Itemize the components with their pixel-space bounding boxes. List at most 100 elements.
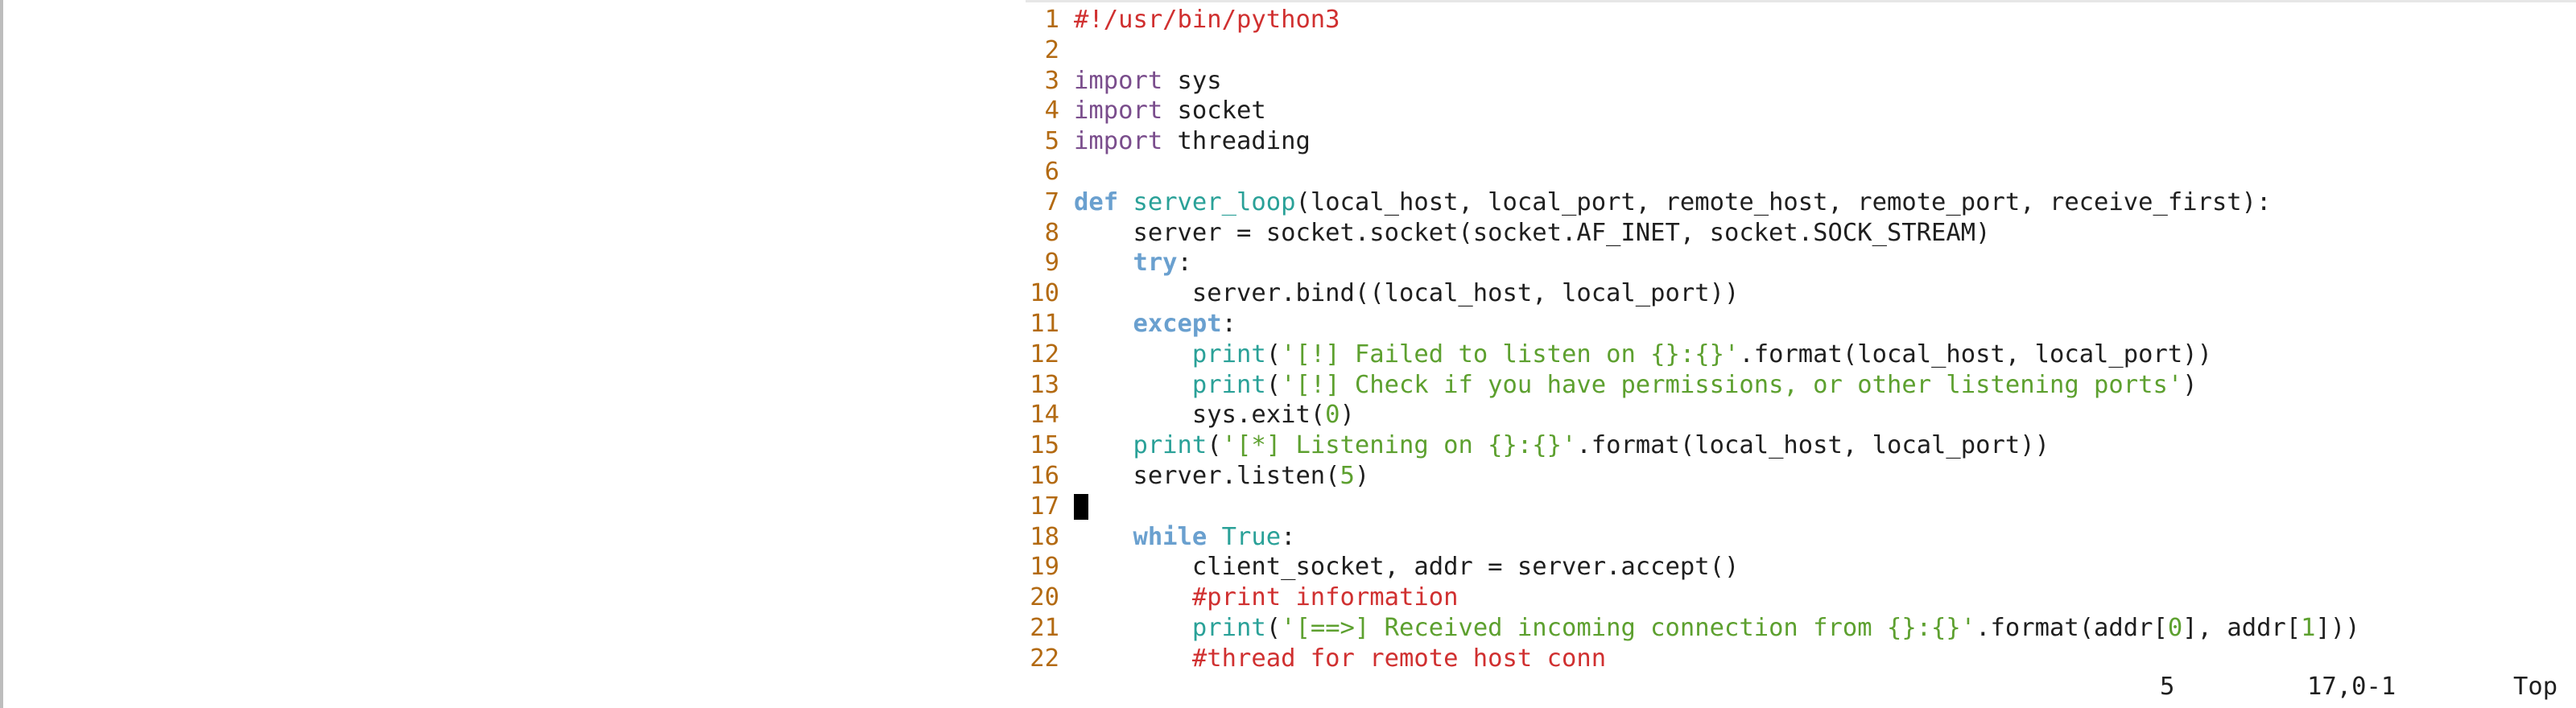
code-token: .format(addr[ bbox=[1975, 614, 2168, 642]
code-token: : bbox=[1177, 249, 1192, 278]
code-token: (local_host, local_port, remote_host, re… bbox=[1295, 187, 2272, 216]
code-token: '[==>] Received incoming connection from… bbox=[1281, 614, 1976, 642]
code-token: print bbox=[1191, 614, 1266, 642]
line-code: while True: bbox=[1074, 522, 1295, 553]
code-token: client_socket, addr = server.accept() bbox=[1074, 553, 1740, 582]
line-number: 6 bbox=[1044, 158, 1059, 186]
code-token: #print information bbox=[1191, 583, 1459, 612]
code-token: .format(local_host, local_port)) bbox=[1739, 340, 2212, 368]
code-token: sys bbox=[1162, 66, 1222, 95]
code-token: server.bind((local_host, local_port)) bbox=[1074, 279, 1740, 308]
code-token: server_loop bbox=[1133, 187, 1296, 216]
code-token: while bbox=[1133, 522, 1208, 551]
code-token: print bbox=[1191, 340, 1266, 368]
code-token: ( bbox=[1207, 431, 1222, 460]
line-number: 1 bbox=[1044, 6, 1059, 34]
code-token: : bbox=[1281, 522, 1296, 551]
code-token: print bbox=[1133, 431, 1208, 460]
line-code: #!/usr/bin/python3 bbox=[1074, 5, 1340, 35]
code-token: '[*] Listening on {}:{}' bbox=[1221, 431, 1577, 460]
line-code: import threading bbox=[1074, 126, 1311, 157]
code-token: sys.exit( bbox=[1074, 401, 1326, 430]
code-token: except bbox=[1133, 310, 1222, 338]
line-number: 14 bbox=[1030, 401, 1059, 430]
code-token: print bbox=[1191, 370, 1266, 399]
left-border bbox=[0, 0, 3, 708]
code-token: import bbox=[1074, 66, 1163, 95]
status-count: 5 bbox=[2160, 673, 2175, 701]
line-number: 10 bbox=[1030, 279, 1059, 308]
line-code: try: bbox=[1074, 248, 1192, 278]
line-code: except: bbox=[1074, 309, 1236, 340]
code-token: ( bbox=[1265, 340, 1282, 368]
code-token: threading bbox=[1162, 127, 1311, 156]
line-code: print('[!] Failed to listen on {}:{}'.fo… bbox=[1074, 340, 2212, 370]
code-token: #!/usr/bin/python3 bbox=[1074, 6, 1340, 34]
code-token: True bbox=[1221, 522, 1282, 551]
line-code: print('[*] Listening on {}:{}'.format(lo… bbox=[1074, 430, 2050, 461]
line-code: print('[==>] Received incoming connectio… bbox=[1074, 613, 2360, 644]
code-token: server = socket.socket(socket.AF_INET, s… bbox=[1074, 218, 1991, 247]
code-token: .format(local_host, local_port)) bbox=[1576, 431, 2050, 460]
code-token: '[!] Check if you have permissions, or o… bbox=[1281, 370, 2183, 399]
line-number: 16 bbox=[1030, 462, 1059, 490]
line-code: server.bind((local_host, local_port)) bbox=[1074, 278, 1739, 309]
line-code: def server_loop(local_host, local_port, … bbox=[1074, 187, 2271, 218]
code-token: import bbox=[1074, 97, 1163, 126]
code-token: import bbox=[1074, 127, 1163, 156]
code-token: : bbox=[1221, 310, 1237, 338]
code-token: ) bbox=[1340, 401, 1355, 430]
line-number: 20 bbox=[1030, 583, 1059, 612]
code-token: try bbox=[1133, 249, 1178, 278]
line-number: 9 bbox=[1044, 249, 1059, 278]
code-token: ], addr[ bbox=[2182, 614, 2301, 642]
line-code: #print information bbox=[1074, 582, 1459, 613]
status-scroll-position: Top bbox=[2513, 673, 2558, 701]
code-token: 5 bbox=[1340, 462, 1355, 490]
line-number: 3 bbox=[1044, 66, 1059, 95]
text-cursor bbox=[1074, 493, 1088, 520]
code-token: ( bbox=[1265, 370, 1282, 399]
line-number: 18 bbox=[1030, 522, 1059, 551]
code-editor[interactable]: 1 #!/usr/bin/python3 2 3 import sys 4 import s… bbox=[1026, 2, 2576, 708]
line-code: server = socket.socket(socket.AF_INET, s… bbox=[1074, 218, 1990, 249]
line-number: 12 bbox=[1030, 340, 1059, 368]
line-code: server.listen(5) bbox=[1074, 461, 1369, 492]
code-token: 0 bbox=[2167, 614, 2183, 642]
line-code: client_socket, addr = server.accept() bbox=[1074, 552, 1739, 582]
line-number: 13 bbox=[1030, 370, 1059, 399]
code-token: ])) bbox=[2315, 614, 2360, 642]
code-token: '[!] Failed to listen on {}:{}' bbox=[1281, 340, 1740, 368]
code-token: ) bbox=[2182, 370, 2198, 399]
line-number: 2 bbox=[1044, 35, 1059, 64]
code-token: def bbox=[1074, 187, 1119, 216]
line-number: 5 bbox=[1044, 127, 1059, 156]
line-code: #thread for remote host conn bbox=[1074, 644, 1606, 674]
line-number: 15 bbox=[1030, 431, 1059, 460]
line-number: 11 bbox=[1030, 310, 1059, 338]
line-number: 17 bbox=[1030, 492, 1059, 521]
line-number: 21 bbox=[1030, 614, 1059, 642]
code-token: 1 bbox=[2301, 614, 2316, 642]
line-code: import sys bbox=[1074, 66, 1222, 97]
code-token: server.listen( bbox=[1074, 462, 1340, 490]
code-token: ) bbox=[1354, 462, 1370, 490]
code-token: ( bbox=[1265, 614, 1282, 642]
line-number: 22 bbox=[1030, 644, 1059, 673]
code-token: #thread for remote host conn bbox=[1191, 644, 1607, 673]
line-code: sys.exit(0) bbox=[1074, 400, 1355, 430]
code-token: 0 bbox=[1325, 401, 1340, 430]
line-number: 4 bbox=[1044, 97, 1059, 126]
status-cursor-position: 17,0-1 bbox=[2307, 673, 2396, 701]
